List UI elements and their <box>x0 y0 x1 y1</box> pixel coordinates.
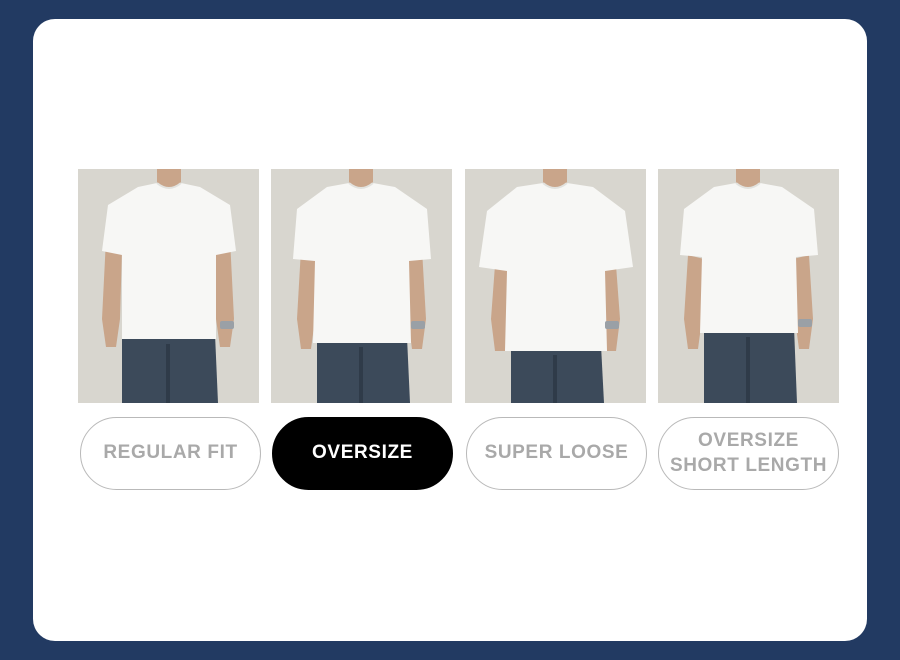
fit-option-regular-fit-button[interactable]: REGULAR FIT <box>80 417 261 490</box>
photo-super-loose <box>465 169 646 403</box>
product-card: REGULAR FIT OVERSIZE SUPER LOOSE OVERSIZ… <box>33 19 867 641</box>
fit-option-label-line-2: SHORT LENGTH <box>669 454 828 476</box>
photo-regular-fit <box>78 169 259 403</box>
fit-option-oversize-short-length-button[interactable]: OVERSIZE SHORT LENGTH <box>658 417 839 490</box>
fit-option-label: OVERSIZE <box>312 442 413 464</box>
fit-option-super-loose-button[interactable]: SUPER LOOSE <box>466 417 647 490</box>
fit-option-label: REGULAR FIT <box>103 442 238 464</box>
fit-photos <box>78 169 839 403</box>
model-oversize-image <box>271 169 452 403</box>
photo-oversize-short-length <box>658 169 839 403</box>
model-regular-fit-image <box>78 169 259 403</box>
fit-option-label-line-1: OVERSIZE <box>698 429 799 451</box>
fit-option-oversize-button[interactable]: OVERSIZE <box>272 417 453 490</box>
fit-option-label: SUPER LOOSE <box>484 442 629 464</box>
model-oversize-short-length-image <box>658 169 839 403</box>
photo-oversize <box>271 169 452 403</box>
model-super-loose-image <box>465 169 646 403</box>
